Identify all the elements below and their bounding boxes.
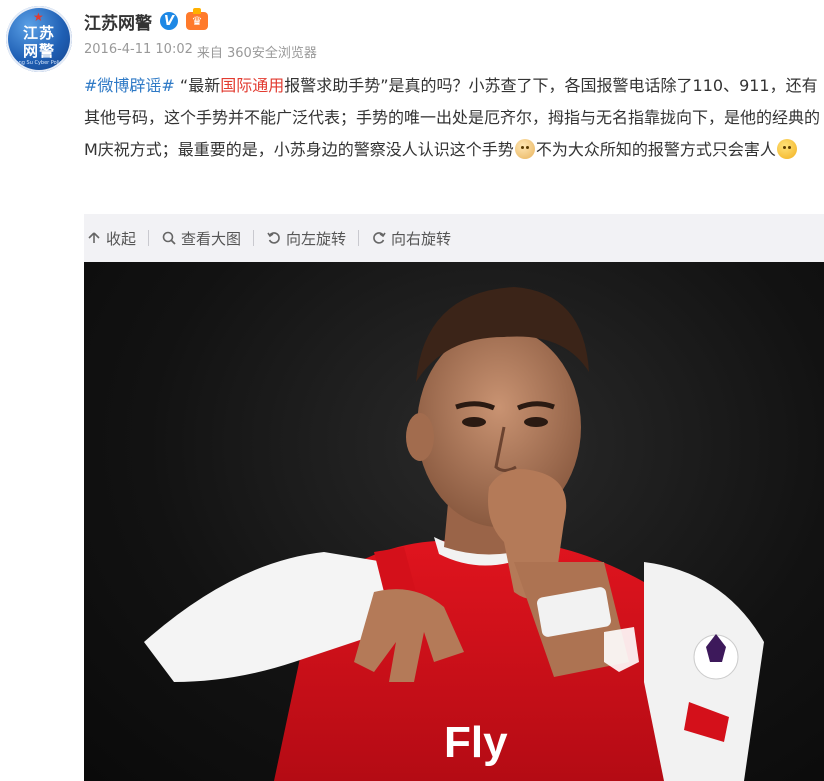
weibo-post-card: ★ 江苏 网警 Jiang Su Cyber Police 江苏网警 V ♛ 2…: [0, 0, 824, 781]
hashtag-link[interactable]: #微博辟谣#: [84, 76, 175, 95]
jersey-sponsor-text: Fly: [444, 718, 508, 767]
rotate-left-label: 向左旋转: [286, 229, 347, 248]
avatar[interactable]: ★ 江苏 网警 Jiang Su Cyber Police: [6, 6, 72, 72]
image-toolbar: 收起 查看大图 向左旋转 向右旋转: [84, 214, 824, 262]
rotate-right-button[interactable]: 向右旋转: [371, 228, 463, 249]
avatar-subtext: Jiang Su Cyber Police: [12, 60, 66, 66]
rotate-right-label: 向右旋转: [391, 229, 452, 248]
avatar-text-line2: 网警: [22, 42, 55, 60]
post-time-link[interactable]: 2016-4-11 10:02: [84, 42, 193, 61]
doge-emoji-icon: [514, 139, 535, 159]
collapse-up-arrow-icon: [86, 230, 102, 246]
collapse-button[interactable]: 收起: [84, 228, 148, 249]
football-player-photo: Fly: [144, 287, 764, 781]
view-large-label: 查看大图: [181, 229, 242, 248]
crown-badge-icon[interactable]: ♛: [186, 8, 208, 30]
user-name-row: 江苏网警 V ♛: [84, 8, 208, 34]
star-icon: ★: [33, 10, 44, 24]
rotate-right-icon: [371, 230, 387, 246]
thinking-emoji-icon: [776, 139, 797, 159]
post-text-part-1: “最新: [174, 76, 221, 95]
post-text-highlight: 国际通用: [220, 76, 285, 95]
view-large-button[interactable]: 查看大图: [161, 228, 253, 249]
verified-icon[interactable]: V: [160, 12, 178, 30]
rotate-left-icon: [266, 230, 282, 246]
collapse-label: 收起: [106, 229, 137, 248]
toolbar-divider: [253, 230, 255, 246]
avatar-text-line1: 江苏: [22, 24, 55, 42]
toolbar-divider: [358, 230, 360, 246]
rotate-left-button[interactable]: 向左旋转: [266, 228, 358, 249]
post-text-part-3: 不为大众所知的报警方式只会害人: [535, 140, 776, 159]
post-body: #微博辟谣# “最新国际通用报警求助手势”是真的吗？小苏查了下，各国报警电话除了…: [84, 70, 820, 166]
user-name-link[interactable]: 江苏网警: [84, 9, 152, 34]
post-meta: 2016-4-11 10:02 来自 360安全浏览器: [84, 42, 317, 61]
post-photo[interactable]: Fly: [84, 262, 824, 781]
post-source: 来自 360安全浏览器: [196, 46, 317, 61]
magnifier-icon: [161, 230, 177, 246]
toolbar-divider: [148, 230, 150, 246]
